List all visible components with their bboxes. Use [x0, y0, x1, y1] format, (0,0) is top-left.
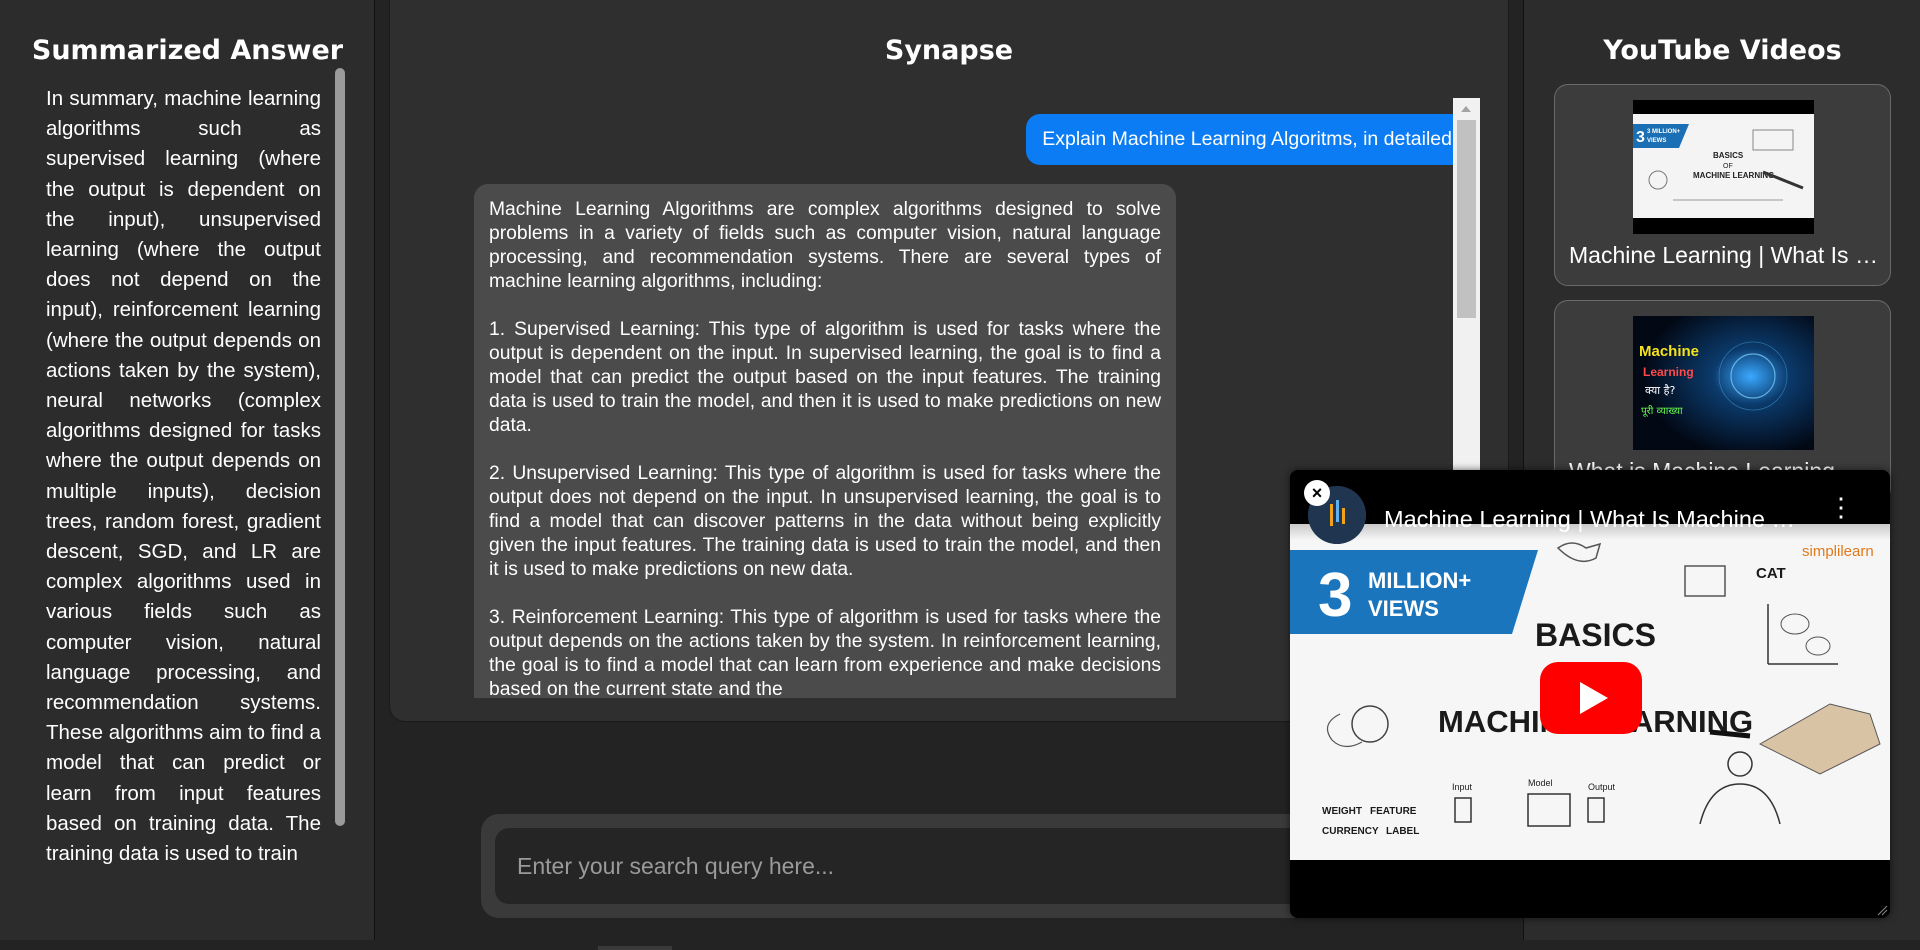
frame-number: 3 [1318, 561, 1352, 630]
frame-banner-bottom: VIEWS [1368, 596, 1439, 621]
youtube-play-icon[interactable] [1540, 662, 1642, 734]
ml-hindi-thumbnail-image: Machine Learning क्या है? पूरी व्याख्या [1633, 316, 1814, 450]
thumb-kya-hai: क्या है? [1645, 384, 1675, 397]
thumb-of: OF [1723, 163, 1733, 170]
ml-basics-thumbnail-image: 3 3 MILLION+ VIEWS BASICS OF MACHINE LEA… [1633, 100, 1814, 234]
bottom-scroll-stub [598, 946, 672, 950]
frame-output: Output [1588, 782, 1616, 792]
summary-title: Summarized Answer [31, 35, 344, 66]
bot-paragraph: 3. Reinforcement Learning: This type of … [489, 607, 1161, 698]
frame-cat: CAT [1756, 565, 1786, 582]
frame-banner-top: MILLION+ [1368, 568, 1471, 593]
frame-basics: BASICS [1535, 617, 1656, 653]
app-title: Synapse [884, 35, 1014, 66]
frame-weight: WEIGHT [1322, 806, 1362, 817]
videos-title: YouTube Videos [1603, 35, 1842, 66]
bot-paragraph: 2. Unsupervised Learning: This type of a… [489, 463, 1161, 580]
frame-label: LABEL [1386, 826, 1419, 837]
thumb-banner-top: 3 MILLION+ [1647, 129, 1681, 135]
mini-player[interactable]: 3 MILLION+ VIEWS BASICS MACHINE LEARNING… [1290, 470, 1890, 918]
summary-panel: Summarized Answer In summary, machine le… [0, 0, 375, 940]
summary-text: In summary, machine learning algorithms … [46, 87, 321, 866]
thumb-learning: Learning [1643, 365, 1694, 379]
user-message: Explain Machine Learning Algoritms, in d… [1026, 114, 1468, 165]
thumb-machine: Machine [1639, 343, 1699, 360]
mini-player-title[interactable]: Machine Learning | What Is Machine Learn… [1384, 506, 1804, 533]
frame-model: Model [1528, 778, 1553, 788]
scroll-up-arrow-icon[interactable] [1461, 106, 1471, 112]
frame-currency: CURRENCY [1322, 826, 1379, 837]
frame-brand: simplilearn [1802, 543, 1874, 560]
frame-input: Input [1452, 782, 1473, 792]
bot-paragraph: 1. Supervised Learning: This type of alg… [489, 319, 1161, 436]
summary-scrollbar[interactable] [335, 68, 345, 826]
thumb-explanation: पूरी व्याख्या [1641, 405, 1683, 417]
resize-grip-icon[interactable] [1876, 904, 1888, 916]
more-options-icon[interactable]: ⋮ [1828, 494, 1854, 520]
video-thumbnail[interactable]: 3 3 MILLION+ VIEWS BASICS OF MACHINE LEA… [1633, 100, 1814, 234]
frame-feature: FEATURE [1370, 806, 1417, 817]
video-thumbnail[interactable]: Machine Learning क्या है? पूरी व्याख्या [1633, 316, 1814, 450]
video-title[interactable]: Machine Learning | What Is Machine Learn… [1569, 242, 1878, 269]
thumb-number: 3 [1636, 129, 1645, 146]
thumb-banner-bottom: VIEWS [1647, 138, 1666, 144]
video-card[interactable]: 3 3 MILLION+ VIEWS BASICS OF MACHINE LEA… [1554, 84, 1891, 286]
close-icon[interactable]: × [1304, 480, 1330, 506]
bot-message: Machine Learning Algorithms are complex … [474, 184, 1176, 698]
thumb-basics: BASICS [1713, 151, 1744, 160]
chat-scrollbar-thumb[interactable] [1457, 120, 1476, 318]
thumb-ml: MACHINE LEARNING [1693, 171, 1774, 180]
bot-paragraph: Machine Learning Algorithms are complex … [489, 199, 1161, 292]
